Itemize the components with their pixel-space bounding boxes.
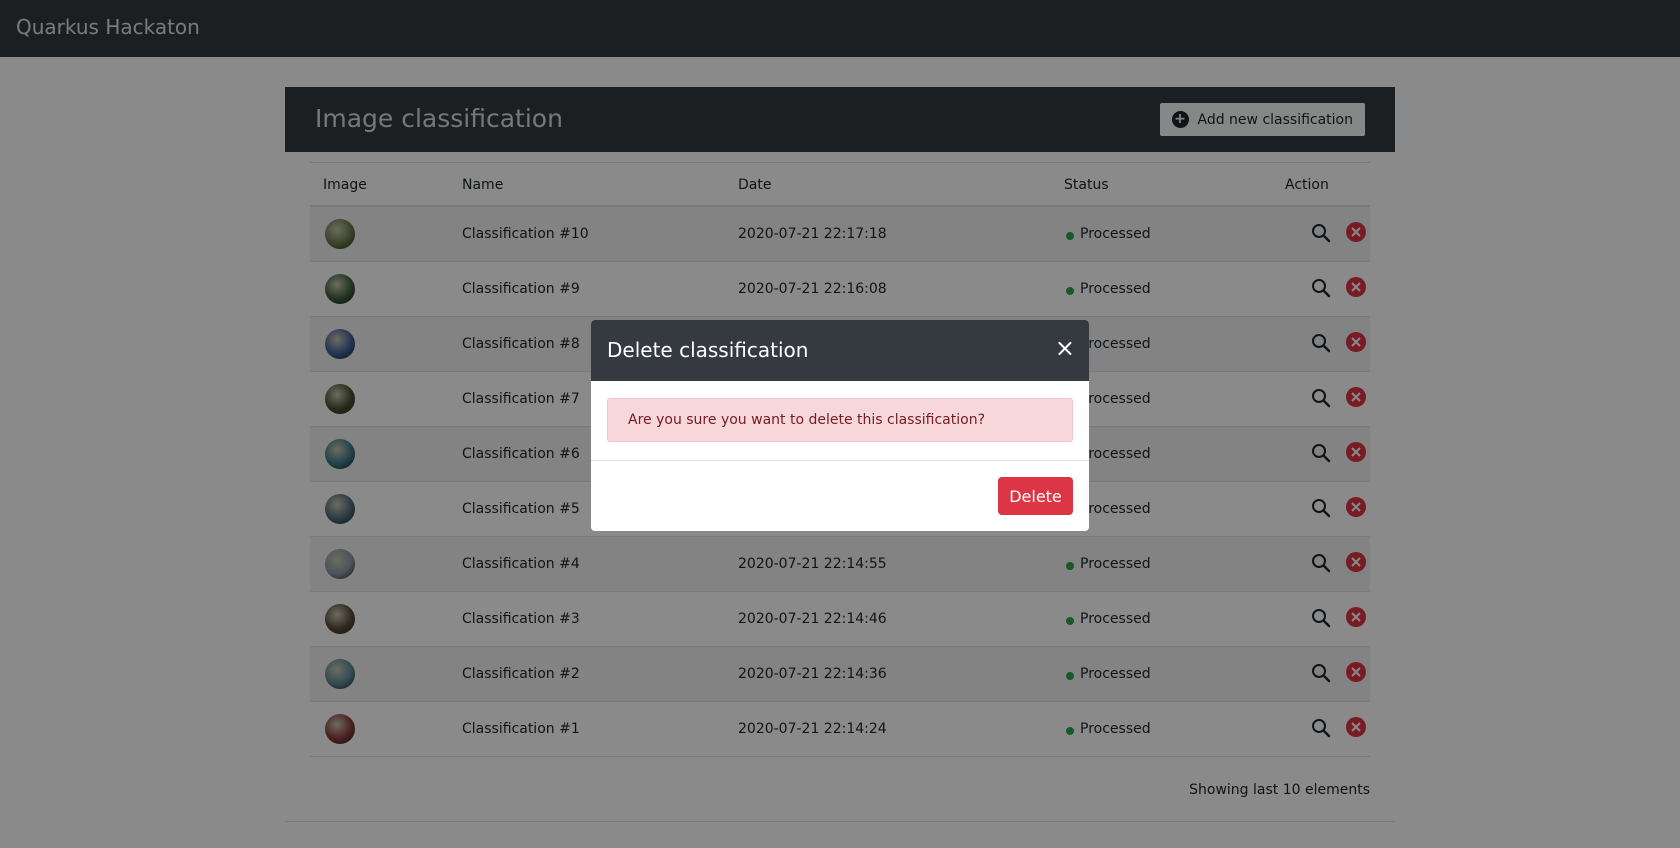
confirm-message: Are you sure you want to delete this cla… — [628, 412, 985, 428]
modal-title: Delete classification — [607, 338, 809, 362]
confirm-delete-button[interactable]: Delete — [998, 477, 1073, 515]
close-icon[interactable]: × — [1055, 336, 1075, 360]
modal-header: Delete classification × — [591, 320, 1089, 381]
modal-divider — [591, 460, 1089, 461]
delete-modal: Delete classification × Are you sure you… — [591, 320, 1089, 531]
confirm-alert: Are you sure you want to delete this cla… — [607, 398, 1073, 442]
